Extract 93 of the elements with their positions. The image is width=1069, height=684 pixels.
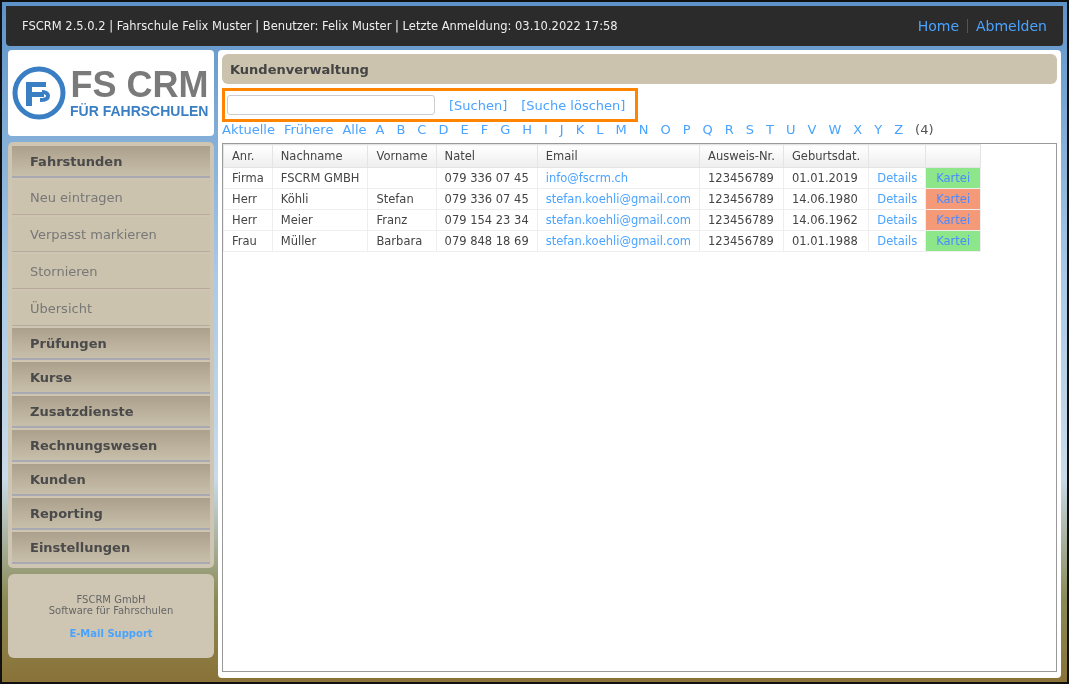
session-info: FSCRM 2.5.0.2 | Fahrschule Felix Muster | Benutzer: Felix Muster | Letzte Anmeldung: 03.10.2022 17:58: [22, 19, 619, 33]
column-header: Ausweis-Nr.: [699, 144, 784, 168]
details-link[interactable]: Details: [868, 167, 926, 189]
details-link[interactable]: Details: [868, 188, 926, 210]
support-link[interactable]: E-Mail Support: [69, 627, 153, 639]
filter-link[interactable]: J: [559, 122, 576, 137]
filter-link[interactable]: F: [480, 122, 501, 137]
table-cell: 14.06.1962: [783, 209, 869, 231]
logo-name: FS CRM: [70, 67, 209, 103]
filter-link[interactable]: V: [807, 122, 829, 137]
filter-link[interactable]: Y: [874, 122, 895, 137]
table-cell: 123456789: [699, 188, 784, 210]
table-cell: 123456789: [699, 167, 784, 189]
filter-link[interactable]: Alle: [342, 122, 376, 137]
table-cell: Frau: [223, 230, 273, 252]
table-cell: Stefan: [367, 188, 437, 210]
filter-link[interactable]: U: [786, 122, 808, 137]
filter-link[interactable]: Z: [894, 122, 916, 137]
table-cell: Köhli: [272, 188, 368, 210]
table-cell: 079 154 23 34: [436, 209, 538, 231]
column-header: Email: [537, 144, 700, 168]
details-link[interactable]: Details: [868, 209, 926, 231]
email-link[interactable]: stefan.koehli@gmail.com: [537, 209, 700, 231]
table-cell: Herr: [223, 209, 273, 231]
menu-section[interactable]: Kurse: [12, 362, 210, 394]
filter-link[interactable]: M: [615, 122, 639, 137]
search-link[interactable]: [Suchen]: [449, 97, 508, 113]
menu-item[interactable]: Verpasst markieren: [12, 217, 210, 252]
column-header: Geburtsdat.: [783, 144, 869, 168]
table-cell: 079 336 07 45: [436, 167, 538, 189]
email-link[interactable]: stefan.koehli@gmail.com: [537, 230, 700, 252]
menu-item[interactable]: Übersicht: [12, 291, 210, 326]
logo-icon: [12, 66, 66, 120]
menu-section[interactable]: Einstellungen: [12, 532, 210, 564]
filter-link[interactable]: H: [522, 122, 544, 137]
filter-link[interactable]: Aktuelle: [222, 122, 284, 137]
table-cell: 079 336 07 45: [436, 188, 538, 210]
filter-link[interactable]: K: [575, 122, 597, 137]
table-cell: 14.06.1980: [783, 188, 869, 210]
filter-link[interactable]: R: [724, 122, 746, 137]
logo-tagline: FÜR FAHRSCHULEN: [70, 103, 209, 119]
filter-link[interactable]: G: [500, 122, 523, 137]
table-cell: Barbara: [367, 230, 437, 252]
filter-link[interactable]: D: [438, 122, 461, 137]
result-count: (4): [915, 122, 934, 137]
menu-section[interactable]: Rechnungswesen: [12, 430, 210, 462]
table-cell: Meier: [272, 209, 368, 231]
filter-link[interactable]: T: [766, 122, 786, 137]
table-cell: Franz: [367, 209, 437, 231]
column-header: Nachname: [272, 144, 368, 168]
table-cell: 079 848 18 69: [436, 230, 538, 252]
column-header: Natel: [436, 144, 538, 168]
column-header: Anr.: [223, 144, 273, 168]
email-link[interactable]: stefan.koehli@gmail.com: [537, 188, 700, 210]
filter-link[interactable]: L: [596, 122, 616, 137]
search-field[interactable]: [227, 95, 435, 115]
search-link[interactable]: [Suche löschen]: [521, 97, 626, 113]
filter-link[interactable]: B: [396, 122, 418, 137]
filter-link[interactable]: I: [544, 122, 560, 137]
filter-link[interactable]: A: [375, 122, 397, 137]
filter-link[interactable]: X: [853, 122, 875, 137]
filter-link[interactable]: Q: [702, 122, 725, 137]
filter-link[interactable]: S: [745, 122, 767, 137]
table-cell: 123456789: [699, 209, 784, 231]
table-cell: 123456789: [699, 230, 784, 252]
menu-section[interactable]: Zusatzdienste: [12, 396, 210, 428]
top-link[interactable]: Abmelden: [968, 18, 1055, 34]
filter-link[interactable]: E: [460, 122, 481, 137]
table-cell: FSCRM GMBH: [272, 167, 368, 189]
menu-item[interactable]: Stornieren: [12, 254, 210, 289]
table-cell: 01.01.2019: [783, 167, 869, 189]
table-cell: Firma: [223, 167, 273, 189]
menu-section[interactable]: Reporting: [12, 498, 210, 530]
filter-link[interactable]: O: [660, 122, 683, 137]
menu-section[interactable]: Fahrstunden: [12, 146, 210, 178]
filter-link[interactable]: N: [638, 122, 661, 137]
email-link[interactable]: info@fscrm.ch: [537, 167, 700, 189]
column-header: Vorname: [367, 144, 437, 168]
menu-section[interactable]: Kunden: [12, 464, 210, 496]
company-name: FSCRM GmbH: [76, 593, 146, 605]
panel-title: Kundenverwaltung: [222, 54, 1057, 84]
filter-link[interactable]: C: [417, 122, 439, 137]
menu-item[interactable]: Neu eintragen: [12, 180, 210, 215]
details-link[interactable]: Details: [868, 230, 926, 252]
filter-link[interactable]: P: [682, 122, 703, 137]
menu-section[interactable]: Prüfungen: [12, 328, 210, 360]
company-subtitle: Software für Fahrschulen: [48, 604, 174, 616]
filter-link[interactable]: W: [828, 122, 854, 137]
table-cell: Müller: [272, 230, 368, 252]
table-cell: Herr: [223, 188, 273, 210]
table-cell: 01.01.1988: [783, 230, 869, 252]
top-link[interactable]: Home: [909, 18, 967, 34]
filter-link[interactable]: Frühere: [284, 122, 343, 137]
